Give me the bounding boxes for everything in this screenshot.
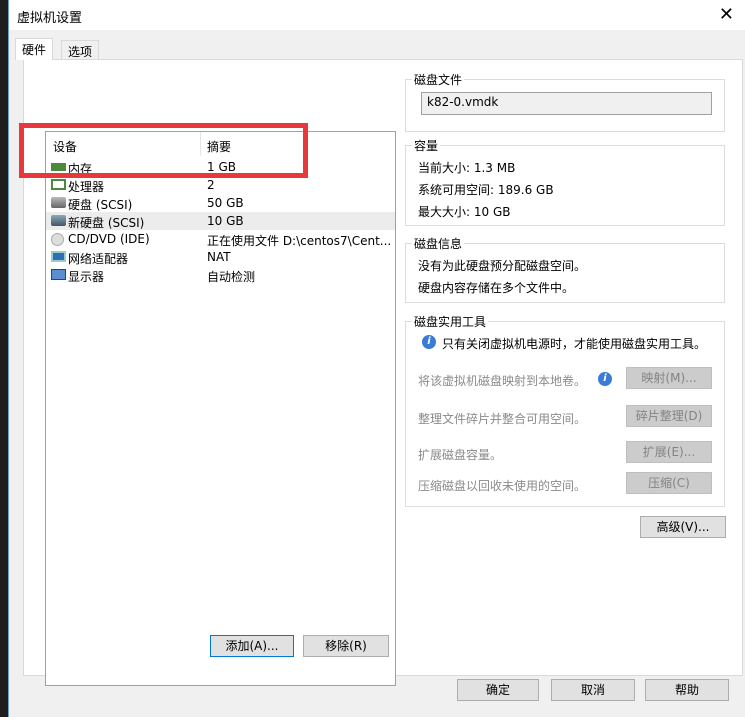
info-icon: i (422, 335, 436, 349)
disk-utilities-label: 磁盘实用工具 (412, 313, 489, 330)
device-row-display[interactable]: 显示器 自动检测 (46, 266, 395, 284)
defragment-description: 整理文件碎片并整合可用空间。 (418, 412, 587, 426)
expand-description: 扩展磁盘容量。 (418, 448, 503, 462)
device-list[interactable]: 设备 摘要 内存 1 GB 处理器 2 硬盘 (SCSI) 50 GB 新硬盘 (SC… (45, 131, 396, 686)
close-icon[interactable]: ✕ (719, 4, 734, 25)
info-icon: i (598, 372, 612, 386)
display-icon (51, 269, 66, 280)
network-icon (51, 251, 66, 262)
title-bar: 虚拟机设置 ✕ (9, 0, 745, 30)
window-title: 虚拟机设置 (17, 11, 83, 26)
tab-hardware[interactable]: 硬件 (15, 38, 54, 60)
max-size: 最大大小: 10 GB (418, 205, 511, 219)
help-button[interactable]: 帮助 (645, 679, 729, 701)
vm-settings-dialog: 虚拟机设置 ✕ 硬件 选项 设备 摘要 内存 1 GB 处理器 2 硬盘 (SCSI… (8, 0, 745, 717)
hard-disk-icon (51, 215, 66, 226)
capacity-label: 容量 (412, 137, 441, 154)
map-button[interactable]: 映射(M)... (626, 367, 712, 389)
ok-button[interactable]: 确定 (457, 679, 539, 701)
advanced-button[interactable]: 高级(V)... (640, 516, 726, 538)
defragment-button[interactable]: 碎片整理(D) (626, 405, 712, 427)
tab-options[interactable]: 选项 (61, 40, 100, 60)
disk-info-label: 磁盘信息 (412, 235, 465, 252)
utilities-notice: 只有关闭虚拟机电源时，才能使用磁盘实用工具。 (442, 337, 707, 351)
available-space: 系统可用空间: 189.6 GB (418, 183, 554, 197)
current-size: 当前大小: 1.3 MB (418, 161, 516, 175)
disk-utilities-group: 磁盘实用工具 i 只有关闭虚拟机电源时，才能使用磁盘实用工具。 将该虚拟机磁盘映… (405, 313, 725, 507)
device-row-network-adapter[interactable]: 网络适配器 NAT (46, 248, 395, 266)
expand-button[interactable]: 扩展(E)... (626, 441, 712, 463)
device-row-processor[interactable]: 处理器 2 (46, 176, 395, 194)
cd-icon (51, 233, 64, 246)
hard-disk-icon (51, 197, 66, 208)
cancel-button[interactable]: 取消 (551, 679, 635, 701)
disk-info-group: 磁盘信息 没有为此硬盘预分配磁盘空间。 硬盘内容存储在多个文件中。 (405, 235, 725, 303)
disk-info-line: 硬盘内容存储在多个文件中。 (418, 281, 575, 295)
device-row-hard-disk[interactable]: 硬盘 (SCSI) 50 GB (46, 194, 395, 212)
map-description: 将该虚拟机磁盘映射到本地卷。 (418, 374, 587, 388)
capacity-group: 容量 当前大小: 1.3 MB 系统可用空间: 189.6 GB 最大大小: 1… (405, 137, 725, 226)
device-row-cd-dvd[interactable]: CD/DVD (IDE) 正在使用文件 D:\centos7\Cent... (46, 230, 395, 248)
disk-file-label: 磁盘文件 (412, 71, 465, 88)
disk-file-field[interactable]: k82-0.vmdk (421, 92, 712, 115)
compact-button[interactable]: 压缩(C) (626, 472, 712, 494)
disk-file-group: 磁盘文件 k82-0.vmdk (405, 71, 725, 132)
remove-device-button[interactable]: 移除(R) (303, 635, 389, 657)
cpu-icon (51, 179, 66, 190)
add-device-button[interactable]: 添加(A)... (210, 635, 294, 657)
device-row-new-hard-disk[interactable]: 新硬盘 (SCSI) 10 GB (46, 212, 395, 230)
disk-info-line: 没有为此硬盘预分配磁盘空间。 (418, 259, 587, 273)
highlight-annotation (19, 123, 308, 178)
compact-description: 压缩磁盘以回收未使用的空间。 (418, 479, 587, 493)
